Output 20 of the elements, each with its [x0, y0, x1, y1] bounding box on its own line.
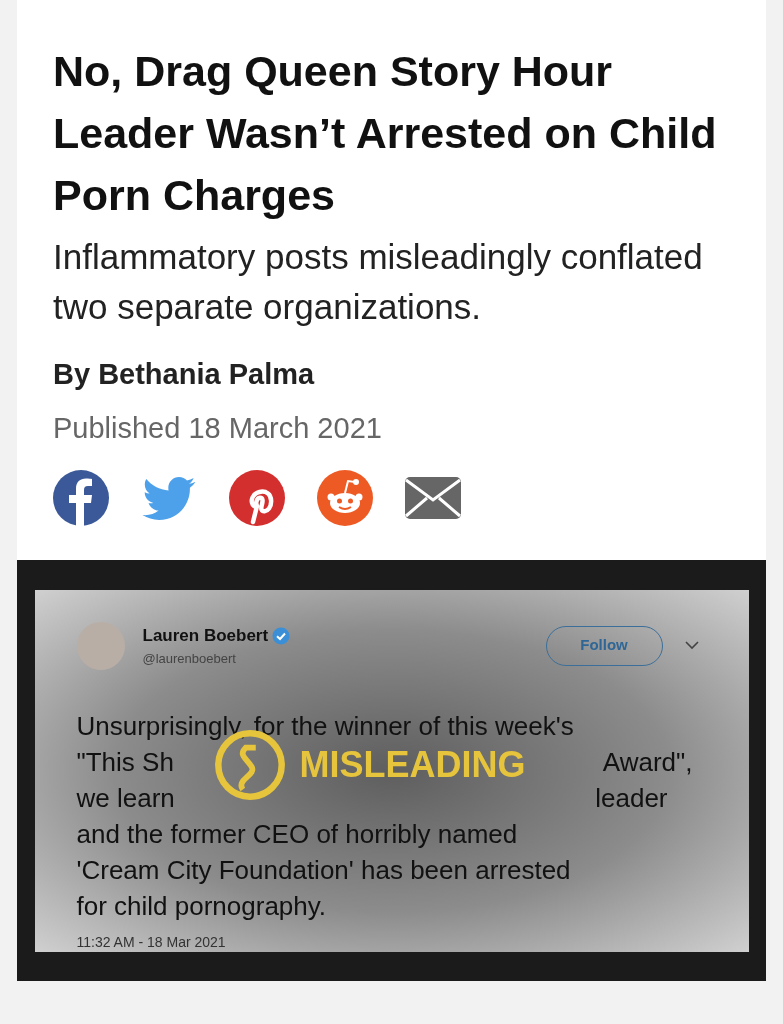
- subheadline: Inflammatory posts misleadingly conflated two separate organizations.: [53, 236, 704, 328]
- publish-date: Published 18 March 2021: [53, 411, 383, 446]
- tweet-timestamp: 11:32 AM - 18 Mar 2021: [76, 932, 227, 952]
- headline: No, Drag Queen Story Hour Leader Wasn’t Arrested on Child Porn Charges: [53, 46, 718, 221]
- tweet-text-line: Unsurprisingly, for the winner of this week's: [76, 709, 574, 743]
- chevron-down-icon[interactable]: [684, 641, 699, 650]
- tweet-text-line: we learn: [76, 781, 175, 815]
- rating-label: MISLEADING: [299, 744, 526, 785]
- tweet-text-line: "This Sh: [76, 745, 174, 779]
- tweet-text-line: and the former CEO of horribly named: [76, 817, 518, 851]
- account-handle: @laurenboebert: [142, 649, 237, 668]
- account-name: Lauren Boebert: [142, 625, 269, 647]
- tweet-text-line: Award",: [602, 745, 693, 779]
- tweet-text-line: for child pornography.: [76, 889, 327, 923]
- tweet-text-line: leader: [595, 781, 668, 815]
- share-link[interactable]: [53, 470, 109, 526]
- byline: By Bethania Palma: [53, 357, 316, 392]
- share-link[interactable]: [229, 470, 285, 526]
- share-link[interactable]: [317, 470, 373, 526]
- tweet-text-line: 'Cream City Foundation' has been arrested: [76, 853, 571, 887]
